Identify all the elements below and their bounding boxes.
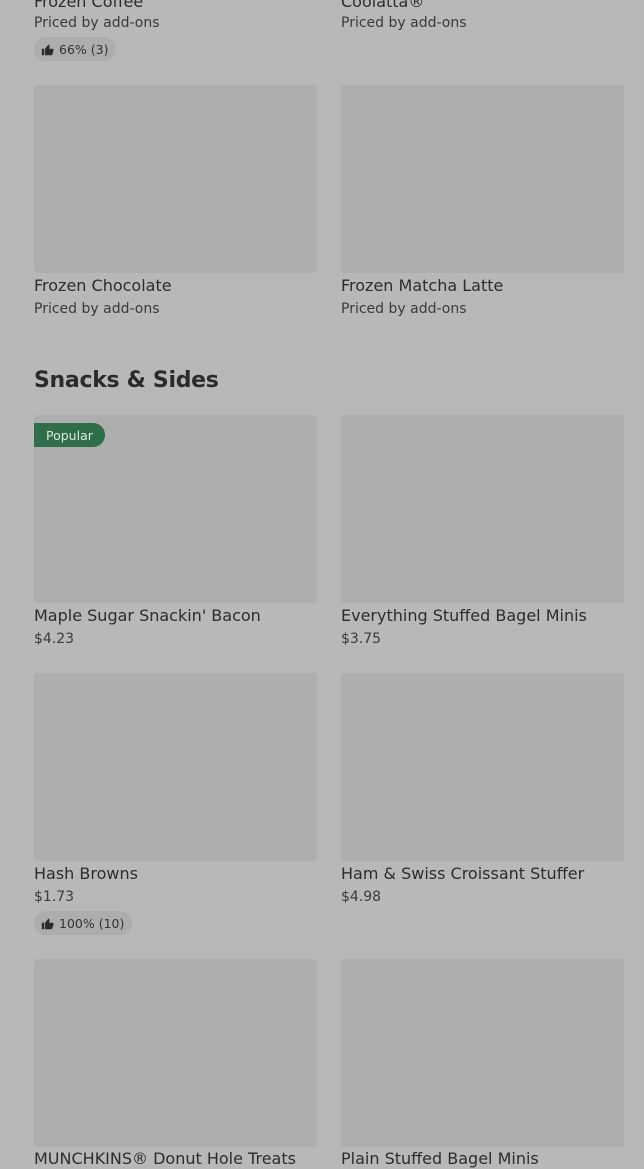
item-price: $4.23 [34,631,75,647]
item-name[interactable]: Plain Stuffed Bagel Minis [341,1149,539,1169]
thumbs-up-icon [41,918,54,929]
item-price: $3.75 [341,631,382,647]
item-name[interactable]: Frozen Matcha Latte [341,276,503,296]
item-price: $1.73 [34,889,75,905]
rating-text: 100% (10) [59,915,125,931]
item-name[interactable]: MUNCHKINS® Donut Hole Treats [34,1149,296,1169]
item-image[interactable] [341,85,624,273]
thumbs-up-icon [41,44,54,55]
item-name[interactable]: Coolatta® [341,0,424,12]
section-title: Snacks & Sides [34,368,219,393]
rating-badge: 100% (10) [34,911,133,935]
item-price: Priced by add-ons [341,301,467,317]
rating-text: 66% (3) [59,41,109,57]
item-image[interactable] [34,85,317,273]
item-price: Priced by add-ons [34,301,160,317]
item-name[interactable]: Frozen Coffee [34,0,143,12]
rating-badge: 66% (3) [34,37,117,61]
item-price: $4.98 [341,889,382,905]
item-name[interactable]: Frozen Chocolate [34,276,172,296]
item-image[interactable] [34,959,317,1147]
item-image[interactable] [341,959,624,1147]
item-name[interactable]: Hash Browns [34,864,138,884]
item-price: Priced by add-ons [34,15,160,31]
item-price: Priced by add-ons [341,15,467,31]
item-image[interactable] [341,415,624,603]
popular-badge: Popular [34,423,105,447]
item-name[interactable]: Everything Stuffed Bagel Minis [341,606,587,626]
item-name[interactable]: Maple Sugar Snackin' Bacon [34,606,261,626]
item-image[interactable] [341,673,624,861]
item-image[interactable] [34,673,317,861]
item-name[interactable]: Ham & Swiss Croissant Stuffer [341,864,584,884]
